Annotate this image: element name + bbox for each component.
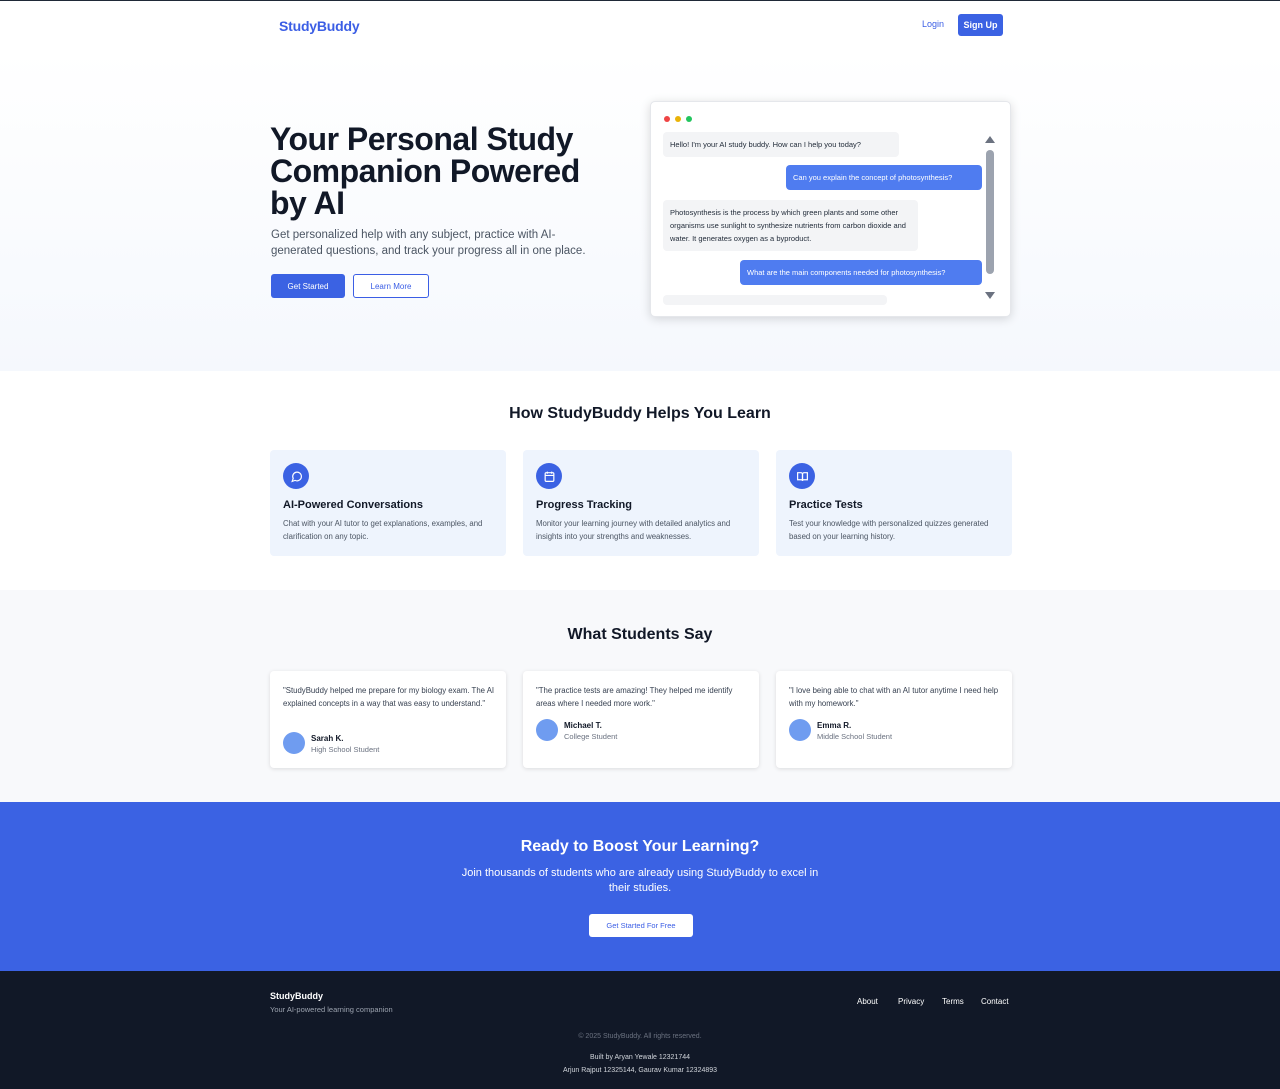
get-started-free-button[interactable]: Get Started For Free xyxy=(589,914,693,937)
feature-title: Practice Tests xyxy=(789,499,863,511)
feature-title: Progress Tracking xyxy=(536,499,632,511)
chat-bubble-icon xyxy=(283,463,309,489)
footer-link-terms[interactable]: Terms xyxy=(942,997,964,1006)
chat-message-bot-partial xyxy=(663,295,887,305)
window-close-dot xyxy=(664,116,670,122)
book-icon xyxy=(789,463,815,489)
feature-description: Monitor your learning journey with detai… xyxy=(536,519,731,541)
window-maximize-dot xyxy=(686,116,692,122)
feature-description: Chat with your AI tutor to get explanati… xyxy=(283,519,483,541)
footer-copyright: © 2025 StudyBuddy. All rights reserved. xyxy=(578,1033,702,1040)
testimonial-quote: "I love being able to chat with an AI tu… xyxy=(789,686,999,708)
testimonial-card: "StudyBuddy helped me prepare for my bio… xyxy=(270,671,506,768)
chat-message-user: Can you explain the concept of photosynt… xyxy=(786,165,982,190)
footer-credits: Built by Aryan Yewale 12321744 Arjun Raj… xyxy=(0,1051,1280,1077)
cta-subtitle: Join thousands of students who are alrea… xyxy=(461,867,819,894)
feature-card: AI-Powered Conversations Chat with your … xyxy=(270,450,506,556)
cta-section: Ready to Boost Your Learning? Join thous… xyxy=(0,802,1280,971)
testimonial-name: Emma R. xyxy=(817,721,852,730)
testimonial-role: Middle School Student xyxy=(817,732,893,741)
learn-more-button[interactable]: Learn More xyxy=(353,274,429,298)
avatar xyxy=(283,732,305,754)
chat-message-bot: Photosynthesis is the process by which g… xyxy=(663,200,918,251)
scroll-up-arrow-icon[interactable] xyxy=(985,136,995,143)
cta-title: Ready to Boost Your Learning? xyxy=(520,838,760,855)
window-minimize-dot xyxy=(675,116,681,122)
chat-scrollbar[interactable] xyxy=(986,150,994,274)
testimonials-title: What Students Say xyxy=(567,626,713,643)
footer-brand: StudyBuddy xyxy=(270,991,323,1001)
testimonial-name: Michael T. xyxy=(564,721,602,730)
login-link[interactable]: Login xyxy=(922,19,944,29)
chat-preview-window: Hello! I'm your AI study buddy. How can … xyxy=(650,101,1011,317)
calendar-icon xyxy=(536,463,562,489)
signup-button[interactable]: Sign Up xyxy=(958,14,1003,36)
testimonial-name: Sarah K. xyxy=(311,734,344,743)
logo[interactable]: StudyBuddy xyxy=(279,18,360,34)
avatar xyxy=(789,719,811,741)
features-title: How StudyBuddy Helps You Learn xyxy=(509,405,771,422)
footer-tagline: Your AI-powered learning companion xyxy=(270,1005,393,1014)
chat-message-bot: Hello! I'm your AI study buddy. How can … xyxy=(663,132,899,157)
testimonial-role: College Student xyxy=(564,732,618,741)
hero-title: Your Personal Study Companion Powered by… xyxy=(270,121,580,221)
hero-section: Your Personal Study Companion Powered by… xyxy=(0,51,1280,371)
avatar xyxy=(536,719,558,741)
footer-credits-line: Arjun Rajput 12325144, Gaurav Kumar 1232… xyxy=(562,1067,718,1074)
feature-description: Test your knowledge with personalized qu… xyxy=(789,519,989,541)
footer-credits-line: Built by Aryan Yewale 12321744 xyxy=(589,1054,691,1061)
footer-link-contact[interactable]: Contact xyxy=(981,997,1009,1006)
testimonial-card: "I love being able to chat with an AI tu… xyxy=(776,671,1012,768)
testimonial-role: High School Student xyxy=(311,745,380,754)
feature-card: Progress Tracking Monitor your learning … xyxy=(523,450,759,556)
footer-link-privacy[interactable]: Privacy xyxy=(898,997,924,1006)
testimonial-card: "The practice tests are amazing! They he… xyxy=(523,671,759,768)
hero-subtitle: Get personalized help with any subject, … xyxy=(271,229,586,257)
testimonial-quote: "StudyBuddy helped me prepare for my bio… xyxy=(283,686,495,708)
footer-link-about[interactable]: About xyxy=(857,997,878,1006)
chat-message-user: What are the main components needed for … xyxy=(740,260,982,285)
site-header: StudyBuddy Login Sign Up xyxy=(0,1,1280,51)
testimonial-quote: "The practice tests are amazing! They he… xyxy=(536,686,733,708)
feature-card: Practice Tests Test your knowledge with … xyxy=(776,450,1012,556)
scroll-down-arrow-icon[interactable] xyxy=(985,292,995,299)
feature-title: AI-Powered Conversations xyxy=(283,499,423,511)
site-footer: StudyBuddy Your AI-powered learning comp… xyxy=(0,971,1280,1089)
get-started-button[interactable]: Get Started xyxy=(271,274,345,298)
